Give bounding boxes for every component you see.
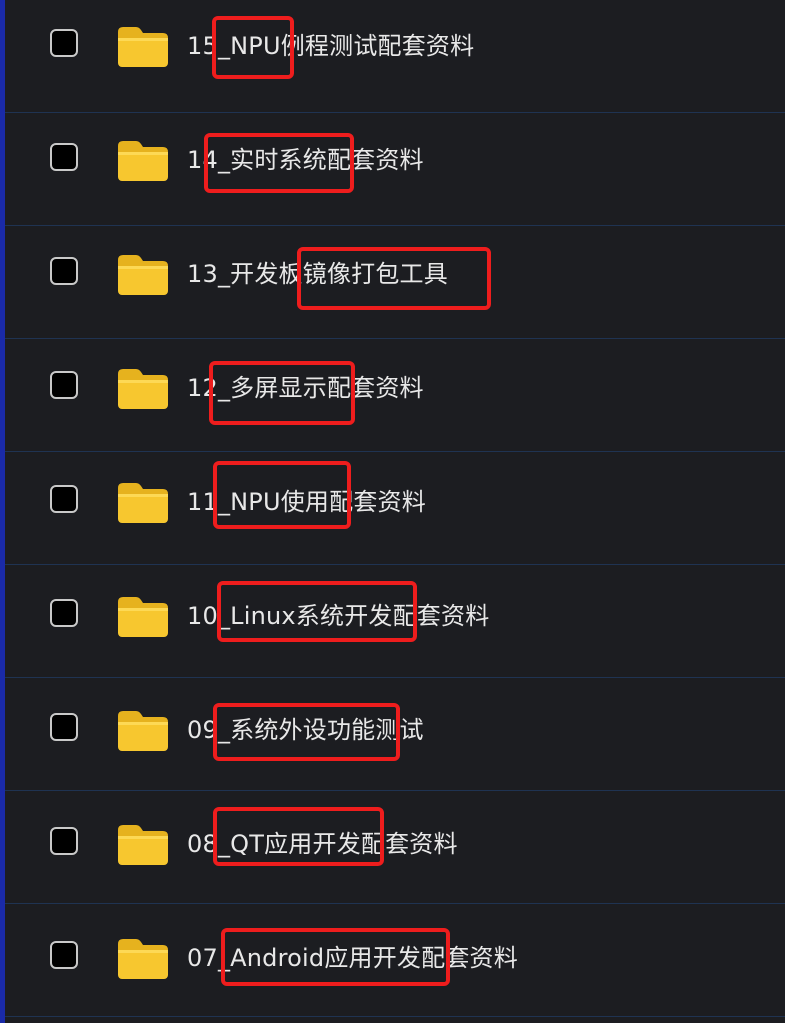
- row-checkbox[interactable]: [50, 257, 78, 285]
- file-row-11[interactable]: 11_NPU使用配套资料: [5, 452, 785, 565]
- file-row-15[interactable]: 15_NPU例程测试配套资料: [5, 0, 785, 113]
- folder-icon: [115, 138, 171, 184]
- folder-icon: [115, 822, 171, 868]
- folder-icon: [115, 936, 171, 982]
- file-browser-page: 15_NPU例程测试配套资料 14_实时系统配套资料 13_开发板镜像打包工具: [0, 0, 785, 1023]
- file-name[interactable]: 08_QT应用开发配套资料: [187, 829, 458, 859]
- file-row-13[interactable]: 13_开发板镜像打包工具: [5, 226, 785, 339]
- row-checkbox[interactable]: [50, 827, 78, 855]
- file-list: 15_NPU例程测试配套资料 14_实时系统配套资料 13_开发板镜像打包工具: [5, 0, 785, 1017]
- file-row-10[interactable]: 10_Linux系统开发配套资料: [5, 565, 785, 678]
- file-row-14[interactable]: 14_实时系统配套资料: [5, 113, 785, 226]
- file-name[interactable]: 13_开发板镜像打包工具: [187, 259, 448, 289]
- file-row-09[interactable]: 09_系统外设功能测试: [5, 678, 785, 791]
- file-row-08[interactable]: 08_QT应用开发配套资料: [5, 791, 785, 904]
- file-name[interactable]: 09_系统外设功能测试: [187, 715, 424, 745]
- folder-icon: [115, 252, 171, 298]
- file-row-12[interactable]: 12_多屏显示配套资料: [5, 339, 785, 452]
- file-name[interactable]: 15_NPU例程测试配套资料: [187, 31, 474, 61]
- row-checkbox[interactable]: [50, 371, 78, 399]
- row-checkbox[interactable]: [50, 485, 78, 513]
- folder-icon: [115, 708, 171, 754]
- folder-icon: [115, 480, 171, 526]
- row-checkbox[interactable]: [50, 29, 78, 57]
- row-checkbox[interactable]: [50, 713, 78, 741]
- folder-icon: [115, 594, 171, 640]
- folder-icon: [115, 24, 171, 70]
- row-checkbox[interactable]: [50, 941, 78, 969]
- file-row-07[interactable]: 07_Android应用开发配套资料: [5, 904, 785, 1017]
- file-name[interactable]: 14_实时系统配套资料: [187, 145, 424, 175]
- file-name[interactable]: 12_多屏显示配套资料: [187, 373, 424, 403]
- row-checkbox[interactable]: [50, 143, 78, 171]
- file-name[interactable]: 10_Linux系统开发配套资料: [187, 601, 489, 631]
- folder-icon: [115, 366, 171, 412]
- file-name[interactable]: 07_Android应用开发配套资料: [187, 943, 518, 973]
- file-name[interactable]: 11_NPU使用配套资料: [187, 487, 426, 517]
- row-checkbox[interactable]: [50, 599, 78, 627]
